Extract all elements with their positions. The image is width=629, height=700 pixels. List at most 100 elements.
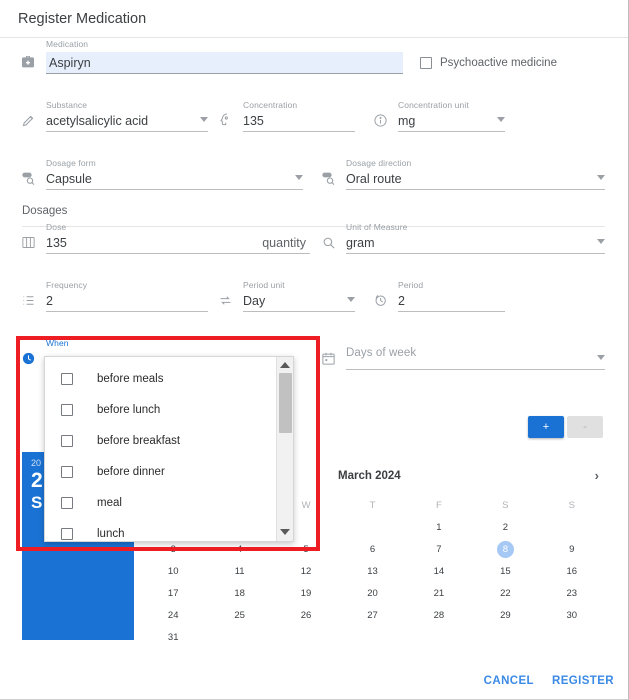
period-unit-select[interactable]: Day xyxy=(243,293,355,312)
calendar-day[interactable]: 24 xyxy=(140,605,206,627)
dose-grid-icon xyxy=(18,232,38,252)
period-input[interactable]: 2 xyxy=(398,293,505,312)
field-label: Concentration xyxy=(243,100,298,110)
checkbox-icon[interactable] xyxy=(61,496,73,509)
field-label: Unit of Measure xyxy=(346,222,408,232)
calendar-next-month-button[interactable]: › xyxy=(595,468,605,483)
calendar-day[interactable]: 6 xyxy=(339,539,405,561)
calendar-day[interactable]: 11 xyxy=(206,561,272,583)
calendar-day[interactable]: 13 xyxy=(339,561,405,583)
calendar-day[interactable]: 14 xyxy=(406,561,472,583)
field-period[interactable]: Period 2 xyxy=(370,280,505,312)
calendar-day[interactable]: 26 xyxy=(273,605,339,627)
frequency-input[interactable]: 2 xyxy=(46,293,208,312)
calendar-empty xyxy=(339,517,405,539)
when-option-item[interactable]: before breakfast xyxy=(45,425,276,456)
chevron-down-icon[interactable] xyxy=(347,297,355,302)
when-option-item[interactable]: before dinner xyxy=(45,456,276,487)
when-option-label: before breakfast xyxy=(97,434,181,447)
chevron-down-icon[interactable] xyxy=(597,175,605,180)
calendar-day[interactable]: 8 xyxy=(472,539,538,561)
chevron-down-icon[interactable] xyxy=(295,175,303,180)
field-period-unit[interactable]: Period unit Day xyxy=(215,280,355,312)
chevron-down-icon[interactable] xyxy=(597,239,605,244)
field-concentration[interactable]: Concentration 135 xyxy=(215,100,355,132)
dosage-form-select[interactable]: Capsule xyxy=(46,171,303,190)
field-medication[interactable]: Medication Aspiryn xyxy=(18,39,403,74)
checkbox-icon[interactable] xyxy=(61,434,73,447)
calendar-day[interactable]: 31 xyxy=(140,627,206,649)
list-icon xyxy=(18,290,38,310)
field-dosage-direction[interactable]: Dosage direction Oral route xyxy=(318,158,605,190)
calendar-day[interactable]: 1 xyxy=(406,517,472,539)
checkbox-icon[interactable] xyxy=(61,403,73,416)
calendar-day[interactable]: 9 xyxy=(539,539,605,561)
unit-of-measure-select[interactable]: gram xyxy=(346,235,605,254)
chevron-down-icon[interactable] xyxy=(497,117,505,122)
period-unit-value: Day xyxy=(243,294,266,308)
psychoactive-label: Psychoactive medicine xyxy=(440,57,557,69)
calendar-day[interactable]: 12 xyxy=(273,561,339,583)
scroll-down-icon[interactable] xyxy=(280,529,290,535)
when-option-item[interactable]: before meals xyxy=(45,363,276,394)
calendar-day[interactable]: 28 xyxy=(406,605,472,627)
calendar-day[interactable]: 23 xyxy=(539,583,605,605)
calendar-day[interactable]: 5 xyxy=(273,539,339,561)
calendar-dow: S xyxy=(568,500,575,511)
when-option-label: lunch xyxy=(97,527,125,540)
calendar-day[interactable]: 10 xyxy=(140,561,206,583)
checkbox-icon[interactable] xyxy=(61,527,73,540)
calendar-day[interactable]: 20 xyxy=(339,583,405,605)
section-divider xyxy=(22,226,605,227)
dropdown-scrollbar[interactable] xyxy=(276,357,293,541)
calendar-day[interactable]: 29 xyxy=(472,605,538,627)
checkbox-icon[interactable] xyxy=(61,465,73,478)
field-substance[interactable]: Substance acetylsalicylic acid xyxy=(18,100,208,132)
scrollbar-thumb[interactable] xyxy=(278,373,292,433)
calendar-day[interactable]: 15 xyxy=(472,561,538,583)
checkbox-icon[interactable] xyxy=(61,372,73,385)
repeat-icon xyxy=(215,290,235,310)
when-option-item[interactable]: before lunch xyxy=(45,394,276,425)
field-label: Dose xyxy=(46,222,67,232)
when-option-item[interactable]: meal xyxy=(45,487,276,518)
calendar-day[interactable]: 2 xyxy=(472,517,538,539)
substance-select[interactable]: acetylsalicylic acid xyxy=(46,113,208,132)
calendar-day[interactable]: 18 xyxy=(206,583,272,605)
field-label: Medication xyxy=(46,39,89,49)
calendar-day[interactable]: 7 xyxy=(406,539,472,561)
calendar-empty xyxy=(406,627,472,649)
concentration-input[interactable]: 135 xyxy=(243,113,355,132)
checkbox-icon[interactable] xyxy=(420,57,432,69)
calendar-day[interactable]: 30 xyxy=(539,605,605,627)
calendar-day[interactable]: 21 xyxy=(406,583,472,605)
chevron-down-icon[interactable] xyxy=(200,117,208,122)
field-dosage-form[interactable]: Dosage form Capsule xyxy=(18,158,303,190)
psychoactive-checkbox-row[interactable]: Psychoactive medicine xyxy=(420,57,557,69)
field-frequency[interactable]: Frequency 2 xyxy=(18,280,208,312)
when-dropdown-panel[interactable]: before meals before lunch before breakfast… xyxy=(44,356,294,542)
cancel-button[interactable]: CANCEL xyxy=(484,675,534,687)
when-option-item[interactable]: lunch xyxy=(45,518,276,549)
calendar-day[interactable]: 27 xyxy=(339,605,405,627)
field-unit-of-measure[interactable]: Unit of Measure gram xyxy=(318,222,605,254)
calendar-day[interactable]: 19 xyxy=(273,583,339,605)
chevron-down-icon[interactable] xyxy=(597,355,605,360)
field-dose[interactable]: Dose 135 quantity xyxy=(18,222,310,254)
add-dosage-button[interactable]: + xyxy=(528,416,564,438)
calendar-day[interactable]: 17 xyxy=(140,583,206,605)
register-button[interactable]: REGISTER xyxy=(552,675,614,687)
when-option-list[interactable]: before meals before lunch before breakfast… xyxy=(45,357,276,541)
dose-input[interactable]: 135 quantity xyxy=(46,235,310,254)
dosage-direction-select[interactable]: Oral route xyxy=(346,171,605,190)
calendar-day[interactable]: 16 xyxy=(539,561,605,583)
scroll-up-icon[interactable] xyxy=(280,362,290,368)
field-concentration-unit[interactable]: Concentration unit mg xyxy=(370,100,505,132)
field-days-of-week[interactable]: Days of week xyxy=(318,347,605,370)
medication-input[interactable]: Aspiryn xyxy=(46,52,403,74)
when-option-label: before meals xyxy=(97,372,164,385)
calendar-day[interactable]: 25 xyxy=(206,605,272,627)
remove-dosage-button[interactable]: - xyxy=(567,416,603,438)
calendar-day[interactable]: 22 xyxy=(472,583,538,605)
concentration-unit-select[interactable]: mg xyxy=(398,113,505,132)
